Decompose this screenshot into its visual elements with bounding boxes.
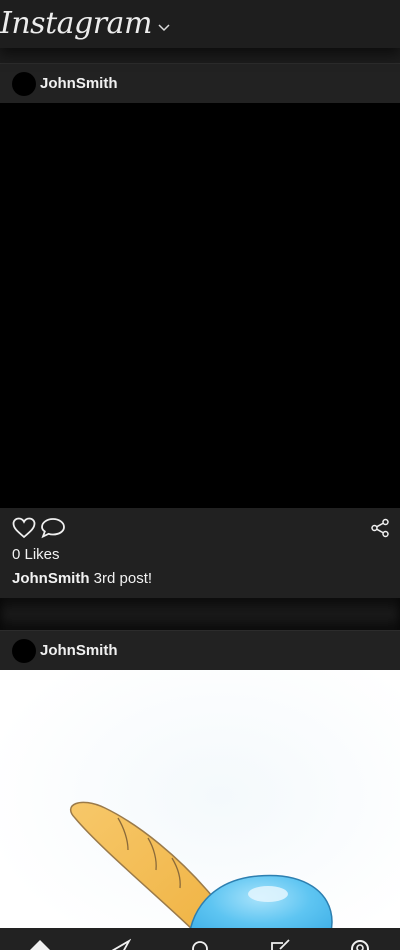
heart-icon[interactable]: [12, 517, 36, 539]
share-icon[interactable]: [370, 518, 390, 538]
post-actions: [0, 508, 400, 548]
search-icon[interactable]: [180, 928, 220, 950]
comment-icon[interactable]: [40, 517, 66, 539]
post-header: JohnSmith: [0, 63, 400, 103]
post-username[interactable]: JohnSmith: [40, 75, 118, 92]
post-card: JohnSmith: [0, 630, 400, 950]
caption-text: 3rd post!: [89, 570, 153, 587]
home-icon[interactable]: [20, 928, 60, 950]
post-card: JohnSmith 0 Likes JohnSmith 3rd post!: [0, 63, 400, 600]
like-count[interactable]: 0 Likes: [0, 547, 400, 570]
post-header: JohnSmith: [0, 630, 400, 670]
send-icon[interactable]: [100, 928, 140, 950]
post-username[interactable]: JohnSmith: [40, 642, 118, 659]
profile-icon[interactable]: [340, 928, 380, 950]
bottom-nav: [0, 928, 400, 950]
post-media[interactable]: [0, 670, 400, 950]
avatar[interactable]: [12, 71, 36, 96]
app-logo[interactable]: Instagram: [0, 9, 152, 39]
edit-icon[interactable]: [260, 928, 300, 950]
post-media[interactable]: [0, 103, 400, 508]
post-caption: JohnSmith 3rd post!: [0, 570, 400, 600]
drawing-illustration: [0, 670, 400, 950]
chevron-down-icon[interactable]: [158, 17, 170, 36]
post-separator: [0, 598, 400, 630]
caption-username[interactable]: JohnSmith: [12, 570, 90, 587]
top-bar: Instagram: [0, 0, 400, 48]
avatar[interactable]: [12, 638, 36, 663]
